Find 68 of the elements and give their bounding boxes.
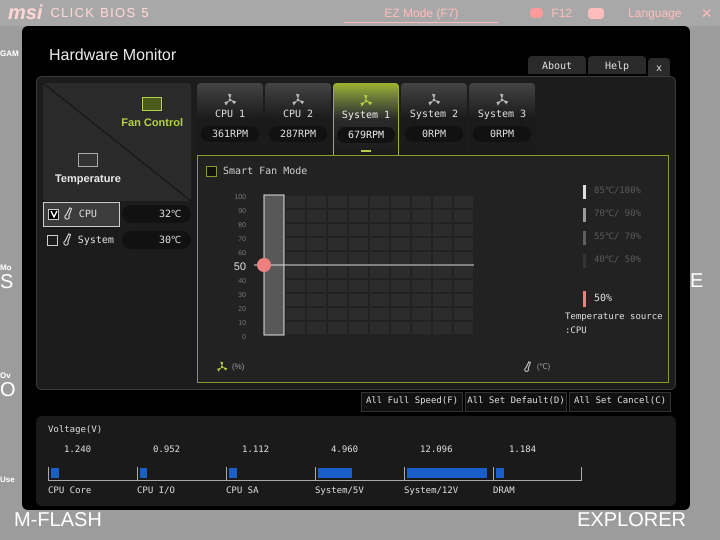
background-label: Mo <box>0 264 13 272</box>
window-title: Hardware Monitor <box>49 46 176 66</box>
sensor-toggle[interactable]: CPU <box>43 202 120 226</box>
voltage-reading: 1.112 <box>241 444 270 456</box>
fan-speed: 0RPM <box>405 126 463 142</box>
fan-icon <box>216 361 228 373</box>
axis-label: (%) <box>232 361 244 373</box>
background-label: Use <box>0 476 16 484</box>
rail-name: CPU I/O <box>137 485 176 498</box>
temperature-source: Temperature source <box>565 311 663 324</box>
product-name: CLICK BIOS 5 <box>50 4 150 22</box>
fan-icon <box>495 93 509 107</box>
background-label: Ov <box>0 372 12 380</box>
rail-name: DRAM <box>493 485 516 498</box>
selected-indicator <box>361 150 371 152</box>
smart-fan-mode-label: Smart Fan Mode <box>223 165 308 179</box>
background-label: S <box>0 272 14 292</box>
voltage-reading: 1.240 <box>63 444 92 456</box>
temperature-reading: 30℃ <box>122 231 191 249</box>
checkbox[interactable] <box>206 166 217 177</box>
dialog-tab[interactable]: About <box>528 56 586 74</box>
checkbox[interactable] <box>48 208 59 220</box>
action-button[interactable]: All Set Cancel(C) <box>569 392 671 412</box>
m-flash-label: M-FLASH <box>14 510 102 530</box>
voltage-reading: 1.184 <box>508 444 538 456</box>
fan-icon <box>223 93 237 107</box>
thermometer-icon <box>524 361 533 373</box>
logo: msi <box>8 3 42 23</box>
fan-speed: 287RPM <box>269 126 327 142</box>
temperature-source: :CPU <box>565 325 588 338</box>
legend-label: 55℃/ 70% <box>594 230 641 244</box>
thermometer-icon <box>64 207 74 221</box>
y-axis-label: 50 <box>234 260 246 274</box>
curve-point-handle[interactable] <box>257 258 271 272</box>
dialog-tab[interactable]: Help <box>588 56 646 74</box>
fan-icon <box>359 94 373 108</box>
action-button[interactable]: All Full Speed(F) <box>361 392 463 412</box>
checkbox[interactable] <box>47 234 58 246</box>
mode-button[interactable]: Temperature <box>55 153 121 188</box>
voltage-title: Voltage(V) <box>48 424 104 437</box>
temperature-reading: 32℃ <box>122 205 191 223</box>
legend-label: 70℃/ 90% <box>594 208 641 221</box>
check-icon <box>50 210 58 218</box>
rail-name: CPU Core <box>48 485 92 498</box>
voltage-reading: 12.096 <box>419 444 454 456</box>
legend-label: 40℃/ 50% <box>594 254 641 267</box>
current-value: 50% <box>594 292 612 306</box>
background-label: E <box>690 269 704 294</box>
fan-icon <box>427 93 441 107</box>
axis-label: (℃) <box>536 361 550 373</box>
fan-speed: 0RPM <box>473 126 531 142</box>
legend-label: 85℃/100% <box>594 184 641 198</box>
rail-name: System/5V <box>315 485 365 498</box>
background-label: GAM <box>0 50 20 58</box>
fan-speed: 361RPM <box>201 126 259 142</box>
rail-name: System/12V <box>404 485 460 498</box>
rail-name: CPU SA <box>226 485 260 498</box>
dialog-tab[interactable]: x <box>648 58 670 76</box>
voltage-reading: 4.960 <box>330 444 360 456</box>
fan-icon <box>291 93 305 107</box>
fan-tab[interactable]: System 1 679RPM <box>333 83 399 155</box>
thermometer-icon <box>63 233 73 247</box>
background-label: O <box>0 380 17 400</box>
mode-button[interactable]: Fan Control <box>121 97 183 132</box>
fan-speed: 679RPM <box>337 127 395 143</box>
voltage-reading: 0.952 <box>152 444 182 456</box>
action-button[interactable]: All Set Default(D) <box>465 392 567 412</box>
explorer-label: EXPLORER <box>577 510 686 530</box>
